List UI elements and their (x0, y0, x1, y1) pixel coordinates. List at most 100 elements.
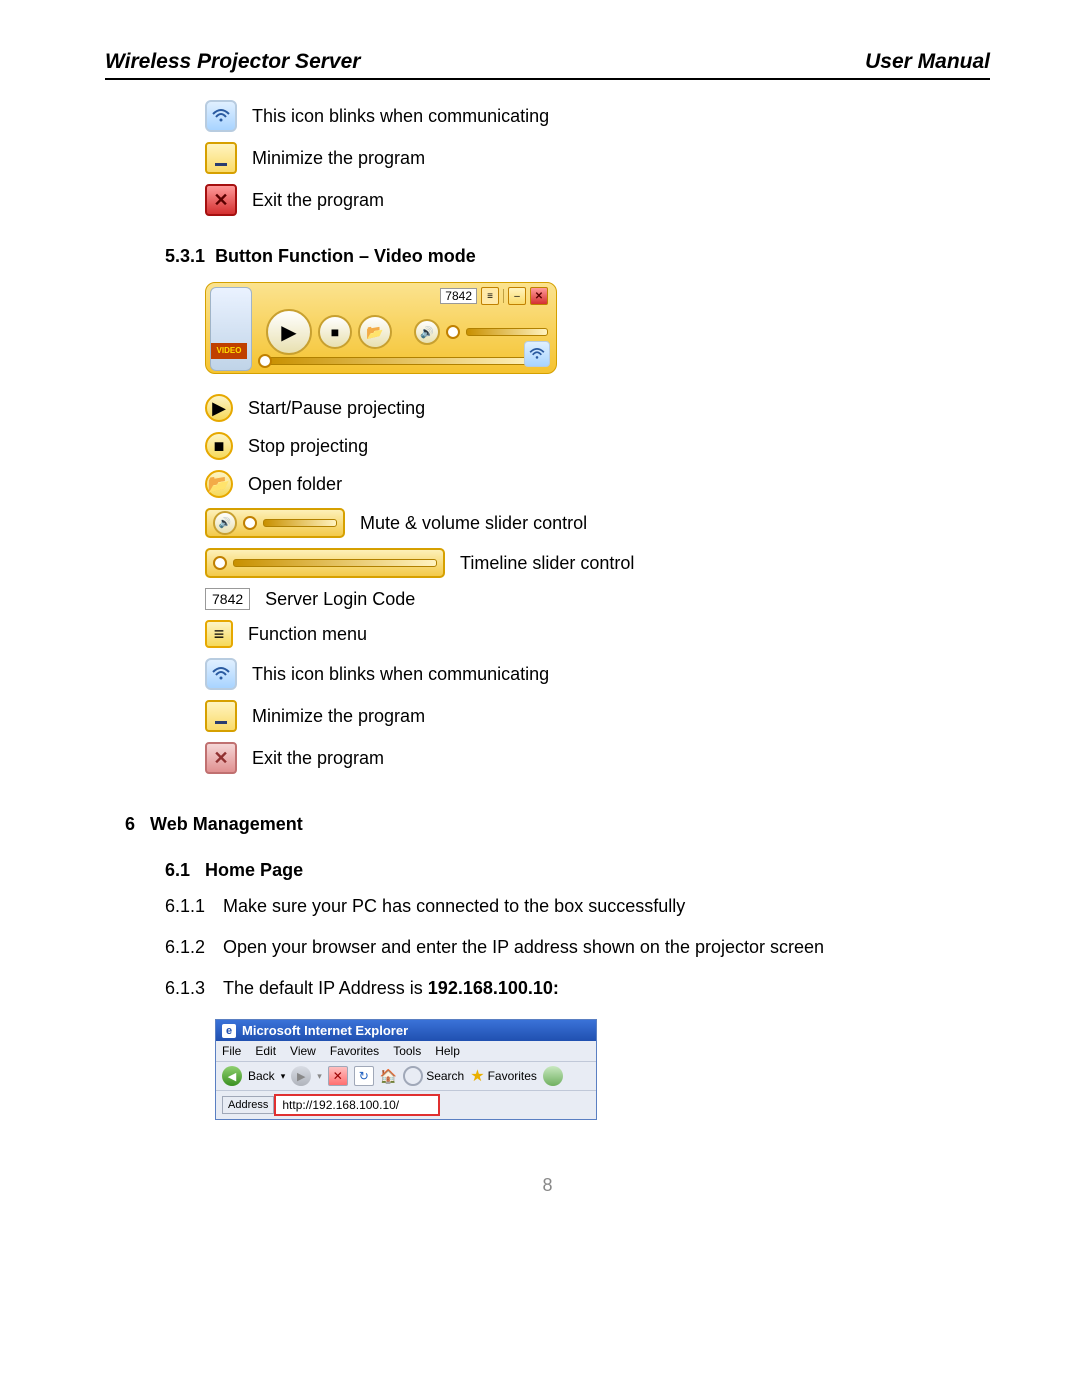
icon-desc-row: This icon blinks when communicating (205, 658, 990, 690)
section-6-1: 6.1 Home Page (165, 860, 990, 881)
icon-desc-row: This icon blinks when communicating (205, 100, 990, 132)
icon-desc-label: Minimize the program (252, 706, 425, 727)
mute-button[interactable]: 🔊 (414, 319, 440, 345)
timeline-slider[interactable] (266, 357, 538, 365)
section-title: Web Management (150, 814, 303, 834)
open-folder-icon: 📂 (205, 470, 233, 498)
ie-refresh-button[interactable]: ↻ (354, 1066, 374, 1086)
icon-desc-row: 📂 Open folder (205, 470, 990, 498)
ie-back-label[interactable]: Back (248, 1069, 275, 1083)
section-title: Home Page (205, 860, 303, 880)
ie-address-bar: Address http://192.168.100.10/ (216, 1091, 596, 1119)
icon-desc-label: This icon blinks when communicating (252, 106, 549, 127)
wifi-indicator-icon (524, 341, 550, 367)
ie-titlebar: e Microsoft Internet Explorer (216, 1020, 596, 1041)
section-number: 5.3.1 (165, 246, 205, 266)
icon-desc-row: Minimize the program (205, 142, 990, 174)
section-5-3-1: 5.3.1 Button Function – Video mode (165, 246, 990, 267)
minimize-icon[interactable]: – (508, 287, 526, 305)
icon-desc-label: Server Login Code (265, 589, 415, 610)
step-number: 6.1.3 (165, 978, 213, 999)
slider-thumb[interactable] (446, 325, 460, 339)
step-item: 6.1.1 Make sure your PC has connected to… (165, 896, 990, 917)
minimize-icon (205, 700, 237, 732)
icon-desc-row: ≡ Function menu (205, 620, 990, 648)
dropdown-arrow-icon[interactable]: ▾ (317, 1071, 322, 1082)
section-number: 6.1 (165, 860, 190, 880)
icon-desc-label: Minimize the program (252, 148, 425, 169)
icon-desc-row: 7842 Server Login Code (205, 588, 990, 610)
icon-desc-row: Minimize the program (205, 700, 990, 732)
ie-menu-edit[interactable]: Edit (255, 1044, 276, 1058)
ie-media-button[interactable] (543, 1066, 563, 1086)
ie-menu-help[interactable]: Help (435, 1044, 460, 1058)
stop-icon: ■ (205, 432, 233, 460)
star-icon: ★ (470, 1066, 484, 1086)
icon-desc-label: Open folder (248, 474, 342, 495)
icon-desc-row: ▶ Start/Pause projecting (205, 394, 990, 422)
ie-menu-view[interactable]: View (290, 1044, 316, 1058)
mute-volume-slider: 🔊 (205, 508, 345, 538)
exit-icon: ✕ (205, 742, 237, 774)
icon-desc-label: Exit the program (252, 190, 384, 211)
icon-desc-label: This icon blinks when communicating (252, 664, 549, 685)
open-folder-button[interactable]: 📂 (358, 315, 392, 349)
play-button[interactable]: ▶ (266, 309, 312, 355)
step-number: 6.1.1 (165, 896, 213, 917)
step-text: The default IP Address is 192.168.100.10… (223, 978, 559, 999)
ie-back-button[interactable]: ◀ (222, 1066, 242, 1086)
menu-icon[interactable]: ≡ (481, 287, 499, 305)
function-menu-icon: ≡ (205, 620, 233, 648)
exit-icon: ✕ (205, 184, 237, 216)
panel-top-controls: 7842 ≡ – ✕ (440, 287, 548, 305)
ie-address-input[interactable]: http://192.168.100.10/ (274, 1094, 440, 1116)
ie-menu-tools[interactable]: Tools (393, 1044, 421, 1058)
video-tab: VIDEO (211, 343, 247, 359)
ie-title-text: Microsoft Internet Explorer (242, 1023, 408, 1038)
ie-menu-file[interactable]: File (222, 1044, 241, 1058)
section-number: 6 (125, 814, 135, 834)
icon-desc-label: Timeline slider control (460, 553, 634, 574)
dropdown-arrow-icon[interactable]: ▾ (281, 1071, 286, 1082)
timeline-thumb[interactable] (258, 354, 272, 368)
icon-desc-label: Start/Pause projecting (248, 398, 425, 419)
panel-playback-controls: ▶ ■ 📂 🔊 (266, 309, 548, 355)
icon-desc-row: ✕ Exit the program (205, 184, 990, 216)
video-mode-panel: VIDEO 7842 ≡ – ✕ ▶ ■ 📂 🔊 (205, 282, 557, 374)
page-number: 8 (105, 1175, 990, 1196)
ie-logo-icon: e (222, 1024, 236, 1038)
step-text: Make sure your PC has connected to the b… (223, 896, 685, 917)
icon-desc-row: 🔊 Mute & volume slider control (205, 508, 990, 538)
ie-stop-button[interactable]: ✕ (328, 1066, 348, 1086)
ie-search-button[interactable]: Search (403, 1066, 464, 1086)
icon-desc-label: Function menu (248, 624, 367, 645)
header-left: Wireless Projector Server (105, 50, 360, 74)
section-title: Button Function – Video mode (215, 246, 476, 266)
server-login-code: 7842 (205, 588, 250, 610)
timeline-slider (205, 548, 445, 578)
wifi-blink-icon (205, 100, 237, 132)
page-header: Wireless Projector Server User Manual (105, 50, 990, 80)
close-icon[interactable]: ✕ (530, 287, 548, 305)
icon-desc-row: Timeline slider control (205, 548, 990, 578)
ie-menubar: File Edit View Favorites Tools Help (216, 1041, 596, 1062)
section-6: 6 Web Management (125, 814, 990, 835)
ie-address-label: Address (222, 1096, 274, 1114)
step-text: Open your browser and enter the IP addre… (223, 937, 824, 958)
ie-forward-button[interactable]: ▶ (291, 1066, 311, 1086)
header-right: User Manual (865, 50, 990, 74)
icon-desc-label: Stop projecting (248, 436, 368, 457)
ie-favorites-button[interactable]: ★ Favorites (470, 1066, 537, 1086)
stop-button[interactable]: ■ (318, 315, 352, 349)
panel-left-strip: VIDEO (210, 287, 252, 371)
step-number: 6.1.2 (165, 937, 213, 958)
ie-toolbar: ◀ Back ▾ ▶ ▾ ✕ ↻ 🏠 Search ★ Favorites (216, 1062, 596, 1091)
step-item: 6.1.3 The default IP Address is 192.168.… (165, 978, 990, 999)
icon-desc-row: ■ Stop projecting (205, 432, 990, 460)
ie-menu-favorites[interactable]: Favorites (330, 1044, 379, 1058)
play-icon: ▶ (205, 394, 233, 422)
step-item: 6.1.2 Open your browser and enter the IP… (165, 937, 990, 958)
ie-home-button[interactable]: 🏠 (380, 1068, 397, 1085)
volume-slider[interactable] (466, 328, 548, 336)
icon-desc-row: ✕ Exit the program (205, 742, 990, 774)
